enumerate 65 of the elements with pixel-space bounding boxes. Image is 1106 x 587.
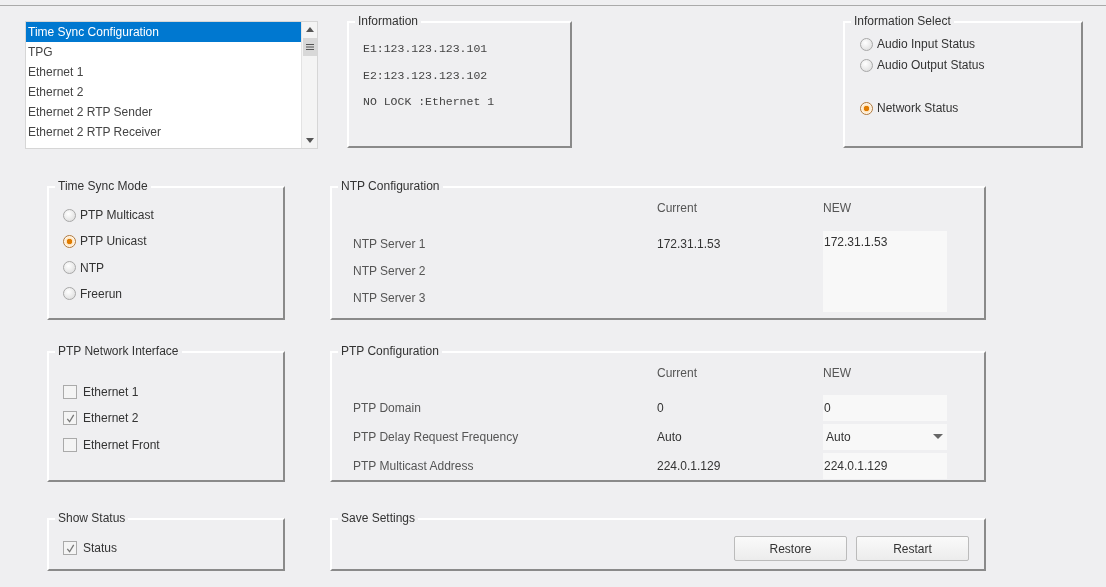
radio-option[interactable]: PTP Unicast <box>63 234 147 249</box>
radio-button[interactable] <box>860 37 873 51</box>
checkbox[interactable] <box>63 541 77 555</box>
list-item[interactable]: Ethernet 1 <box>26 62 301 82</box>
action-button[interactable]: Restart <box>856 536 969 561</box>
list-item[interactable]: Ethernet 2 RTP Receiver <box>26 122 301 142</box>
info-line: E1:123.123.123.101 <box>363 42 489 57</box>
group-title: Save Settings <box>338 511 419 525</box>
column-header: NEW <box>823 365 852 382</box>
radio-option[interactable]: Freerun <box>63 286 123 301</box>
radio-button[interactable] <box>63 287 76 301</box>
radio-button[interactable] <box>63 261 76 275</box>
current-value: 172.31.1.53 <box>657 236 722 253</box>
info-line: NO LOCK :Ethernet 1 <box>363 95 496 110</box>
radio-button[interactable] <box>860 58 873 72</box>
checkbox[interactable] <box>63 437 77 452</box>
field-label: PTP Multicast Address <box>353 458 475 475</box>
radio-button[interactable] <box>63 208 76 222</box>
group-title: Information <box>355 14 422 28</box>
field-label: NTP Server 2 <box>353 263 427 280</box>
info-line: E2:123.123.123.102 <box>363 68 489 84</box>
radio-option[interactable]: NTP <box>63 260 104 275</box>
group-title: Show Status <box>55 511 129 525</box>
checkbox-option[interactable]: Ethernet Front <box>63 437 160 452</box>
current-value: 224.0.1.129 <box>657 458 722 475</box>
column-header: Current <box>657 365 698 382</box>
radio-option[interactable]: Audio Output Status <box>860 58 985 72</box>
scrollbar[interactable] <box>301 22 317 148</box>
field-label: NTP Server 1 <box>353 236 427 253</box>
dropdown[interactable]: Auto <box>823 424 947 450</box>
radio-option[interactable]: PTP Multicast <box>63 208 154 222</box>
input-field[interactable]: 0 <box>823 395 947 421</box>
servers-text-area[interactable]: 172.31.1.53 <box>823 231 947 312</box>
caret-icon <box>933 434 943 440</box>
list-item[interactable]: TPG <box>26 42 301 62</box>
check-icon <box>64 412 76 424</box>
list-item[interactable]: Time Sync Configuration <box>26 22 301 42</box>
radio-option[interactable]: Network Status <box>860 101 959 115</box>
checkbox[interactable] <box>63 411 77 426</box>
checkbox[interactable] <box>63 385 77 399</box>
current-value: Auto <box>657 429 683 446</box>
group-title: NTP Configuration <box>338 179 443 193</box>
group-title: PTP Network Interface <box>55 344 182 358</box>
radio-button[interactable] <box>860 101 873 115</box>
check-icon <box>64 542 76 554</box>
field-label: PTP Delay Request Frequency <box>353 429 520 446</box>
list-item[interactable]: Ethernet 2 <box>26 82 301 102</box>
action-button[interactable]: Restore <box>734 536 847 561</box>
group-title: Time Sync Mode <box>55 179 151 193</box>
radio-button[interactable] <box>63 234 76 248</box>
grip-icon <box>304 42 315 52</box>
checkbox-option[interactable]: Ethernet 1 <box>63 385 139 399</box>
list-item[interactable]: Ethernet 2 RTP Sender <box>26 102 301 122</box>
scroll-thumb[interactable] <box>302 38 317 56</box>
field-label: PTP Domain <box>353 400 422 417</box>
checkbox-option[interactable]: Ethernet 2 <box>63 411 139 426</box>
radio-option[interactable]: Audio Input Status <box>860 37 976 51</box>
field-label: NTP Server 3 <box>353 290 427 307</box>
group-title: Information Select <box>851 14 954 28</box>
current-value: 0 <box>657 400 665 417</box>
group-title: PTP Configuration <box>338 344 442 358</box>
column-header: Current <box>657 200 698 217</box>
checkbox-option[interactable]: Status <box>63 541 118 555</box>
column-header: NEW <box>823 200 852 217</box>
input-field[interactable]: 224.0.1.129 <box>823 453 947 479</box>
